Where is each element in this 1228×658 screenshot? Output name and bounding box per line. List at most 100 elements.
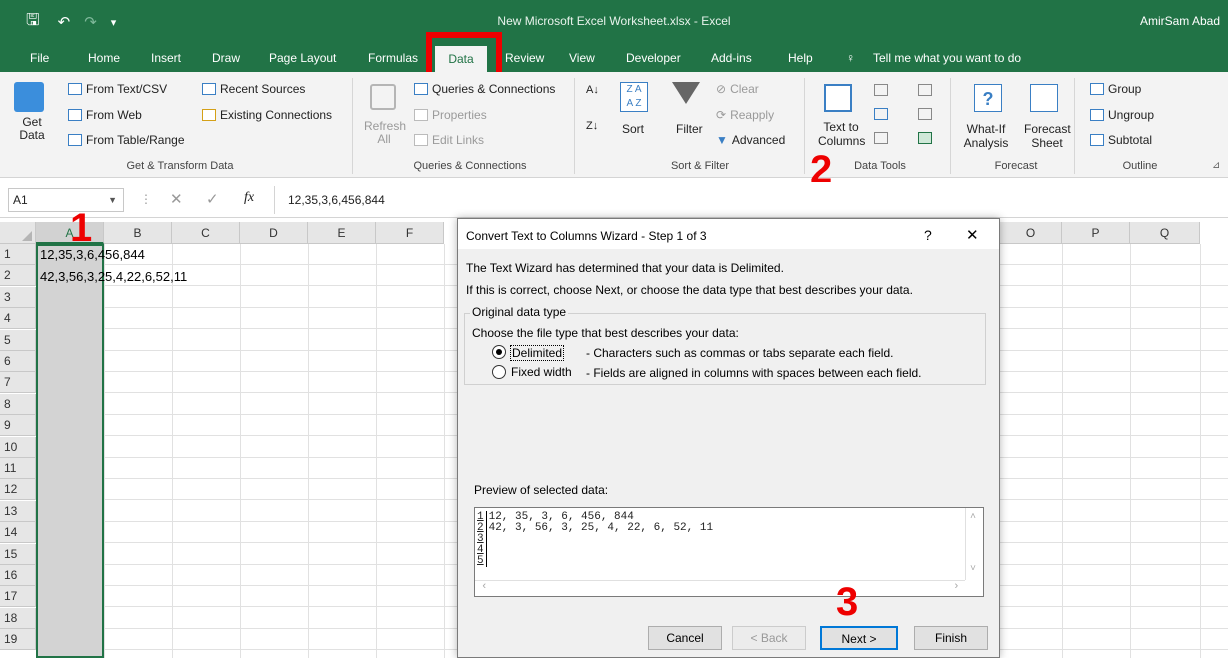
row-header-10[interactable]: 10 (0, 436, 36, 458)
consolidate-icon[interactable] (918, 84, 932, 96)
tab-home[interactable]: Home (88, 44, 120, 72)
sort-za-icon[interactable]: Z↓ (586, 120, 598, 132)
tab-review[interactable]: Review (505, 44, 544, 72)
row-header-8[interactable]: 8 (0, 393, 36, 415)
enter-icon[interactable]: ✓ (206, 190, 219, 208)
column-header-e[interactable]: E (308, 222, 376, 244)
from-web-button[interactable]: From Web (68, 108, 142, 122)
formula-content[interactable]: 12,35,3,6,456,844 (288, 193, 385, 207)
get-data-button[interactable]: Get Data (18, 116, 46, 142)
delimited-label[interactable]: Delimited (510, 345, 565, 361)
reapply-button[interactable]: ⟳ Reapply (716, 108, 774, 122)
filter-button[interactable]: Filter (676, 122, 703, 136)
column-header-p[interactable]: P (1062, 222, 1130, 244)
row-header-17[interactable]: 17 (0, 586, 36, 608)
fixed-width-label[interactable]: Fixed width (511, 365, 572, 379)
outline-dialog-launcher-icon[interactable]: ⊿ (1212, 160, 1220, 171)
column-header-o[interactable]: O (1000, 222, 1062, 244)
row-header-19[interactable]: 19 (0, 629, 36, 651)
relationships-icon[interactable] (918, 108, 932, 120)
edit-links-button[interactable]: Edit Links (414, 133, 484, 147)
cell-a1[interactable]: 12,35,3,6,456,844 (40, 247, 145, 262)
row-header-3[interactable]: 3 (0, 286, 36, 308)
tab-file[interactable]: File (30, 44, 49, 72)
preview-vertical-scrollbar[interactable]: ˄ ˅ (965, 508, 983, 580)
recent-sources-button[interactable]: Recent Sources (202, 82, 305, 96)
scroll-down-icon[interactable]: ˅ (970, 564, 976, 575)
cancel-button[interactable]: Cancel (648, 626, 722, 650)
from-text-csv-button[interactable]: From Text/CSV (68, 82, 167, 96)
document-title: New Microsoft Excel Worksheet.xlsx - Exc… (497, 14, 731, 28)
tab-data[interactable]: Data (435, 46, 487, 72)
ungroup-button[interactable]: Ungroup (1090, 108, 1154, 122)
tab-formulas[interactable]: Formulas (368, 44, 418, 72)
data-preview[interactable]: 1 12, 35, 3, 6, 456, 844 2 42, 3, 56, 3, 25… (474, 507, 984, 597)
row-header-2[interactable]: 2 (0, 265, 36, 287)
cancel-icon[interactable]: ✕ (170, 190, 183, 208)
tab-help[interactable]: Help (788, 44, 813, 72)
column-header-f[interactable]: F (376, 222, 444, 244)
existing-connections-button[interactable]: Existing Connections (202, 108, 332, 122)
select-all-corner[interactable] (0, 222, 36, 244)
help-icon[interactable]: ? (924, 227, 932, 243)
flash-fill-icon[interactable] (874, 84, 888, 96)
tell-me-search[interactable]: Tell me what you want to do (873, 44, 1021, 72)
forecast-sheet-button[interactable]: Forecast Sheet (1024, 122, 1071, 150)
scroll-right-icon[interactable]: › (953, 581, 960, 593)
row-header-9[interactable]: 9 (0, 415, 36, 437)
scroll-left-icon[interactable]: ‹ (481, 581, 488, 593)
row-header-1[interactable]: 1 (0, 244, 36, 265)
row-header-13[interactable]: 13 (0, 500, 36, 522)
text-to-columns-button[interactable]: Text to Columns (818, 120, 865, 148)
name-box[interactable]: A1 ▼ (8, 188, 124, 212)
tab-add-ins[interactable]: Add-ins (711, 44, 752, 72)
row-header-12[interactable]: 12 (0, 479, 36, 501)
column-header-b[interactable]: B (104, 222, 172, 244)
refresh-all-button[interactable]: Refresh All (364, 120, 406, 146)
row-header-5[interactable]: 5 (0, 329, 36, 351)
tab-developer[interactable]: Developer (626, 44, 681, 72)
back-button[interactable]: < Back (732, 626, 806, 650)
sort-az-icon[interactable]: A↓ (586, 84, 599, 96)
formula-bar-splitter-icon[interactable]: ⋮ (140, 192, 152, 206)
tab-draw[interactable]: Draw (212, 44, 240, 72)
row-header-6[interactable]: 6 (0, 351, 36, 372)
ribbon-separator (352, 78, 353, 174)
close-icon[interactable]: ✕ (966, 226, 979, 244)
column-header-q[interactable]: Q (1130, 222, 1200, 244)
what-if-analysis-button[interactable]: What-If Analysis (956, 122, 1016, 150)
tab-page-layout[interactable]: Page Layout (269, 44, 336, 72)
manage-data-model-icon[interactable] (918, 132, 932, 144)
row-header-15[interactable]: 15 (0, 543, 36, 565)
scroll-up-icon[interactable]: ˄ (970, 512, 976, 523)
cell-a2[interactable]: 42,3,56,3,25,4,22,6,52,11 (40, 269, 187, 284)
delimited-radio[interactable] (492, 345, 506, 359)
row-header-16[interactable]: 16 (0, 565, 36, 586)
data-validation-icon[interactable] (874, 132, 888, 144)
queries-connections-button[interactable]: Queries & Connections (414, 82, 555, 96)
remove-duplicates-icon[interactable] (874, 108, 888, 120)
row-header-7[interactable]: 7 (0, 372, 36, 394)
finish-button[interactable]: Finish (914, 626, 988, 650)
user-name[interactable]: AmirSam Abad (1140, 14, 1220, 28)
tab-insert[interactable]: Insert (151, 44, 181, 72)
sort-button[interactable]: Sort (622, 122, 644, 136)
from-table-range-button[interactable]: From Table/Range (68, 133, 185, 147)
clear-button[interactable]: ⊘ Clear (716, 82, 759, 96)
group-button[interactable]: Group (1090, 82, 1141, 96)
row-header-18[interactable]: 18 (0, 607, 36, 629)
column-header-d[interactable]: D (240, 222, 308, 244)
column-header-c[interactable]: C (172, 222, 240, 244)
advanced-button[interactable]: ▼ Advanced (716, 133, 785, 147)
row-header-11[interactable]: 11 (0, 458, 36, 479)
row-header-4[interactable]: 4 (0, 308, 36, 330)
next-button[interactable]: Next > (820, 626, 898, 650)
tab-view[interactable]: View (569, 44, 595, 72)
properties-button[interactable]: Properties (414, 108, 487, 122)
fixed-width-radio[interactable] (492, 365, 506, 379)
subtotal-button[interactable]: Subtotal (1090, 133, 1152, 147)
chevron-down-icon[interactable]: ▼ (108, 189, 117, 211)
insert-function-button[interactable]: fx (244, 190, 254, 206)
preview-horizontal-scrollbar[interactable]: ‹ › (475, 580, 965, 596)
row-header-14[interactable]: 14 (0, 522, 36, 544)
